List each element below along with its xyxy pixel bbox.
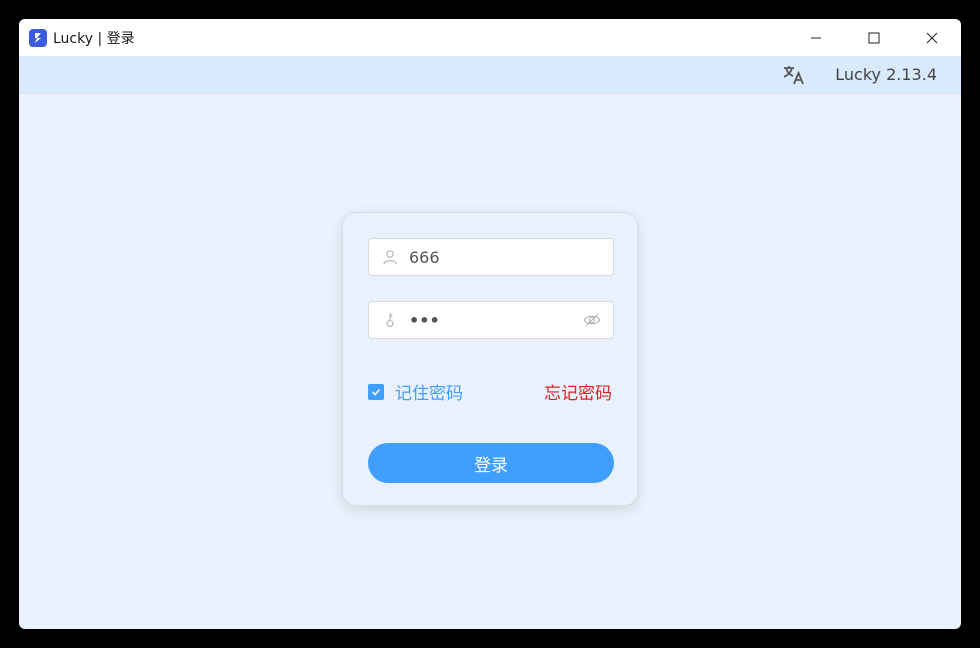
- eye-hidden-icon[interactable]: [583, 312, 601, 328]
- password-input[interactable]: [409, 302, 589, 338]
- maximize-button[interactable]: [845, 19, 903, 56]
- window-controls: [787, 19, 961, 56]
- password-field[interactable]: [368, 301, 614, 339]
- maximize-icon: [868, 32, 880, 43]
- check-icon: [371, 388, 381, 396]
- minimize-button[interactable]: [787, 19, 845, 56]
- login-button[interactable]: 登录: [368, 443, 614, 483]
- window-title: Lucky | 登录: [53, 30, 135, 47]
- user-icon: [383, 250, 397, 265]
- forgot-password-link[interactable]: 忘记密码: [544, 379, 612, 404]
- remember-checkbox[interactable]: [368, 383, 384, 400]
- translate-icon[interactable]: [781, 62, 807, 88]
- title-bar: Lucky | 登录: [19, 19, 961, 56]
- username-input[interactable]: [409, 239, 589, 275]
- app-window: Lucky | 登录 Lucky 2.13.4 666 ••• 记住密码 忘记密…: [19, 19, 961, 629]
- close-icon: [926, 32, 938, 43]
- minimize-icon: [811, 37, 821, 38]
- remember-label[interactable]: 记住密码: [395, 379, 463, 404]
- login-card: 记住密码 忘记密码 登录: [342, 212, 638, 506]
- key-icon: [386, 313, 394, 327]
- version-label: Lucky 2.13.4: [835, 65, 937, 84]
- username-field[interactable]: [368, 238, 614, 276]
- close-button[interactable]: [903, 19, 961, 56]
- header-bar: Lucky 2.13.4: [19, 56, 961, 94]
- remember-password[interactable]: 记住密码: [368, 379, 463, 404]
- app-logo-icon: [29, 28, 47, 47]
